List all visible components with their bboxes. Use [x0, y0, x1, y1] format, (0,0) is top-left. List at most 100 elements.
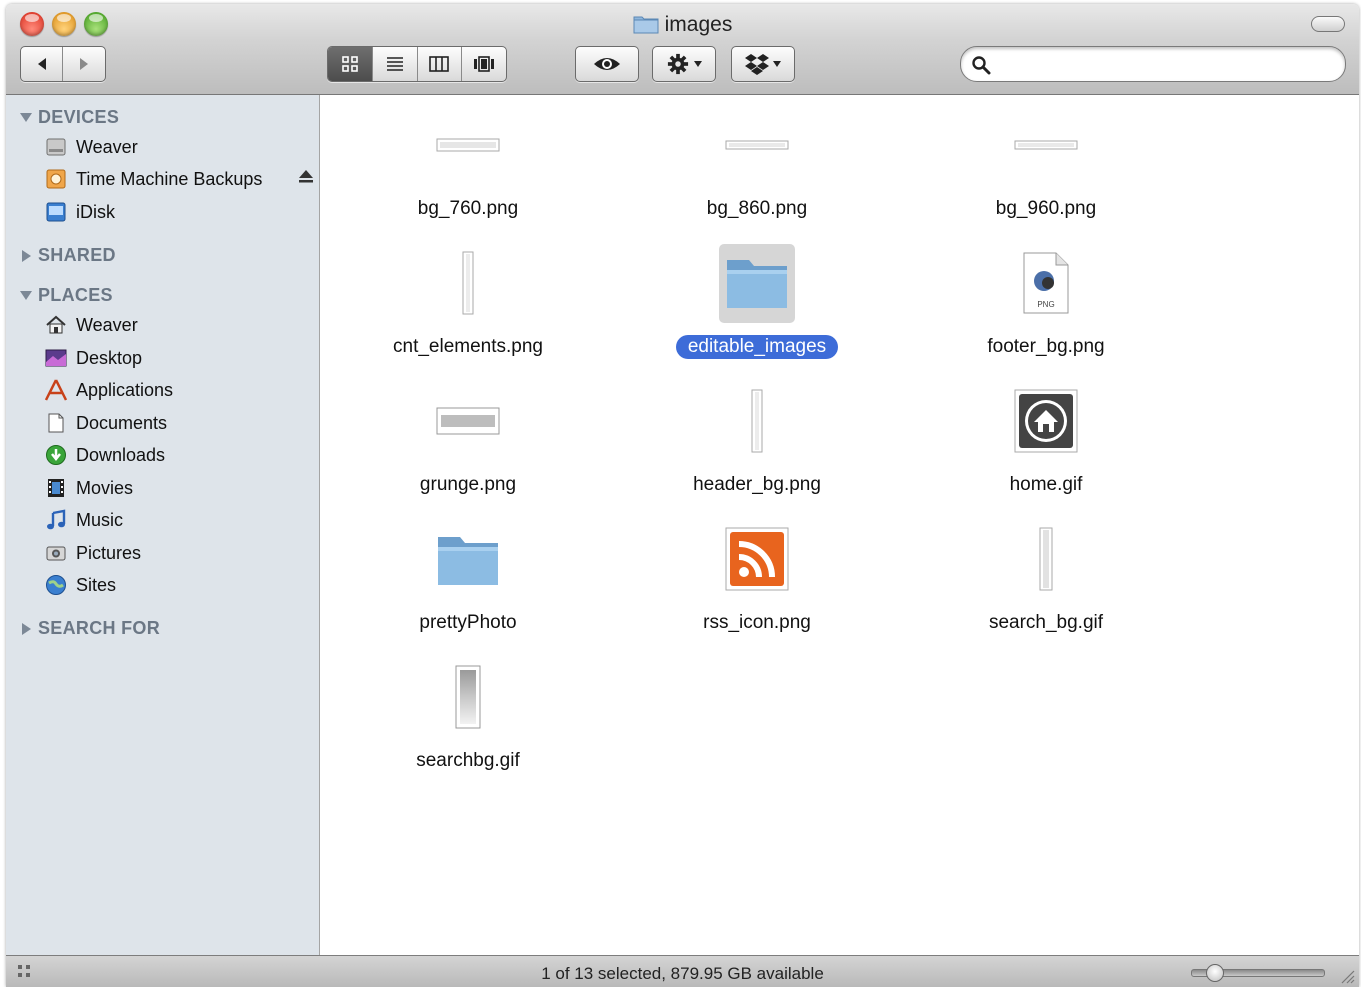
sidebar-item-label: Downloads [76, 444, 166, 465]
sidebar-item-label: Documents [76, 412, 168, 433]
file-item[interactable]: rss_icon.png [647, 509, 867, 635]
file-name: cnt_elements.png [393, 336, 543, 357]
sidebar-item-weaver-drive[interactable]: Weaver [44, 132, 314, 162]
search-field[interactable] [960, 46, 1346, 82]
downloads-icon [44, 443, 68, 467]
section-heading: DEVICES [38, 107, 120, 127]
search-icon [972, 56, 991, 75]
disclosure-triangle-icon [22, 622, 31, 635]
dropbox-menu-group [731, 46, 795, 82]
wide-image-thumbnail-icon [936, 95, 1156, 195]
column-view-button[interactable] [418, 47, 463, 81]
sidebar-item-idisk[interactable]: iDisk [44, 197, 314, 227]
file-item[interactable]: searchbg.gif [358, 647, 578, 773]
eye-icon [594, 58, 620, 70]
sidebar-section-devices[interactable]: DEVICES [20, 107, 119, 128]
rss-image-icon [647, 509, 867, 609]
gradient-image-icon [358, 647, 578, 747]
sidebar-item-label: Desktop [76, 347, 143, 368]
file-item[interactable]: prettyPhoto [358, 509, 578, 635]
sidebar-item-label: Sites [76, 574, 117, 595]
file-name: editable_images [675, 335, 839, 359]
sidebar-item-music[interactable]: Music [44, 505, 314, 535]
eject-icon[interactable] [298, 168, 314, 189]
sidebar-item-applications[interactable]: Applications [44, 375, 314, 405]
action-menu-button[interactable] [653, 47, 715, 81]
hard-drive-icon [44, 135, 68, 159]
sidebar-item-label: Time Machine Backups [76, 168, 263, 189]
file-item[interactable]: bg_760.png [358, 95, 578, 221]
status-bar: 1 of 13 selected, 879.95 GB available [6, 955, 1359, 987]
file-name: prettyPhoto [419, 612, 517, 633]
wide-image-thumbnail-icon [647, 95, 867, 195]
folder-icon [358, 509, 578, 609]
list-view-button[interactable] [373, 47, 418, 81]
view-switcher [327, 46, 507, 82]
sidebar: DEVICES Weaver Time Machine Backups iDis… [6, 95, 320, 955]
sidebar-section-places[interactable]: PLACES [20, 285, 113, 306]
quick-look-button[interactable] [576, 47, 638, 81]
sidebar-section-shared[interactable]: SHARED [20, 245, 116, 266]
disclosure-triangle-icon [20, 291, 32, 300]
sidebar-item-label: Music [76, 509, 124, 530]
dropbox-menu-button[interactable] [732, 47, 794, 81]
toolbar-toggle-button[interactable] [1311, 16, 1345, 32]
file-name: search_bg.gif [988, 612, 1104, 633]
gear-icon [667, 53, 688, 75]
documents-icon [44, 411, 68, 435]
icon-view-button[interactable] [328, 47, 373, 81]
sidebar-section-search-for[interactable]: SEARCH FOR [20, 618, 160, 639]
sidebar-item-pictures[interactable]: Pictures [44, 538, 314, 568]
back-button[interactable] [21, 47, 63, 81]
movies-icon [44, 476, 68, 500]
slider-knob[interactable] [1206, 964, 1224, 982]
dropbox-icon [744, 54, 769, 75]
sidebar-item-documents[interactable]: Documents [44, 408, 314, 438]
file-item[interactable]: search_bg.gif [936, 509, 1156, 635]
sidebar-item-sites[interactable]: Sites [44, 570, 314, 600]
window-title-text: images [664, 13, 733, 36]
file-item[interactable]: PNG footer_bg.png [936, 233, 1156, 359]
search-input[interactable] [999, 52, 1333, 76]
file-item[interactable]: cnt_elements.png [358, 233, 578, 359]
sidebar-item-weaver-home[interactable]: Weaver [44, 310, 314, 340]
file-item[interactable]: grunge.png [358, 371, 578, 497]
sidebar-item-movies[interactable]: Movies [44, 473, 314, 503]
png-document-icon: PNG [936, 233, 1156, 333]
file-name: bg_960.png [995, 198, 1097, 219]
desktop-icon [44, 346, 68, 370]
sidebar-item-desktop[interactable]: Desktop [44, 343, 314, 373]
disclosure-triangle-icon [22, 249, 31, 262]
time-machine-disk-icon [44, 167, 68, 191]
sidebar-item-time-machine-backups[interactable]: Time Machine Backups [44, 164, 314, 194]
file-name: bg_860.png [706, 198, 808, 219]
title-toolbar: images [6, 4, 1359, 95]
file-icon-view: bg_760.png bg_860.png bg_960.png cnt_ele… [320, 95, 1359, 955]
chevron-down-icon [772, 61, 781, 67]
selection-highlight [719, 243, 795, 323]
file-item[interactable]: bg_860.png [647, 95, 867, 221]
sites-icon [44, 573, 68, 597]
sidebar-item-label: Applications [76, 379, 174, 400]
sidebar-item-downloads[interactable]: Downloads [44, 440, 314, 470]
forward-button[interactable] [63, 47, 105, 81]
file-item[interactable]: bg_960.png [936, 95, 1156, 221]
folder-thumbnail [647, 233, 867, 333]
sidebar-item-label: Movies [76, 477, 134, 498]
resize-grip-icon[interactable] [1339, 968, 1355, 987]
file-item[interactable]: home.gif [936, 371, 1156, 497]
back-arrow-icon [37, 58, 46, 70]
pictures-icon [44, 541, 68, 565]
file-item[interactable]: header_bg.png [647, 371, 867, 497]
file-item-selected[interactable]: editable_images [647, 233, 867, 359]
svg-text:PNG: PNG [1037, 300, 1054, 309]
idisk-icon [44, 200, 68, 224]
tall-image-thumbnail-icon [647, 371, 867, 471]
forward-arrow-icon [80, 58, 88, 70]
list-icon [386, 57, 403, 71]
icon-size-slider[interactable] [1191, 964, 1325, 982]
tall-image-thumbnail-icon [936, 509, 1156, 609]
folder-icon [633, 16, 659, 34]
coverflow-view-button[interactable] [462, 47, 506, 81]
sidebar-item-label: Pictures [76, 542, 142, 563]
